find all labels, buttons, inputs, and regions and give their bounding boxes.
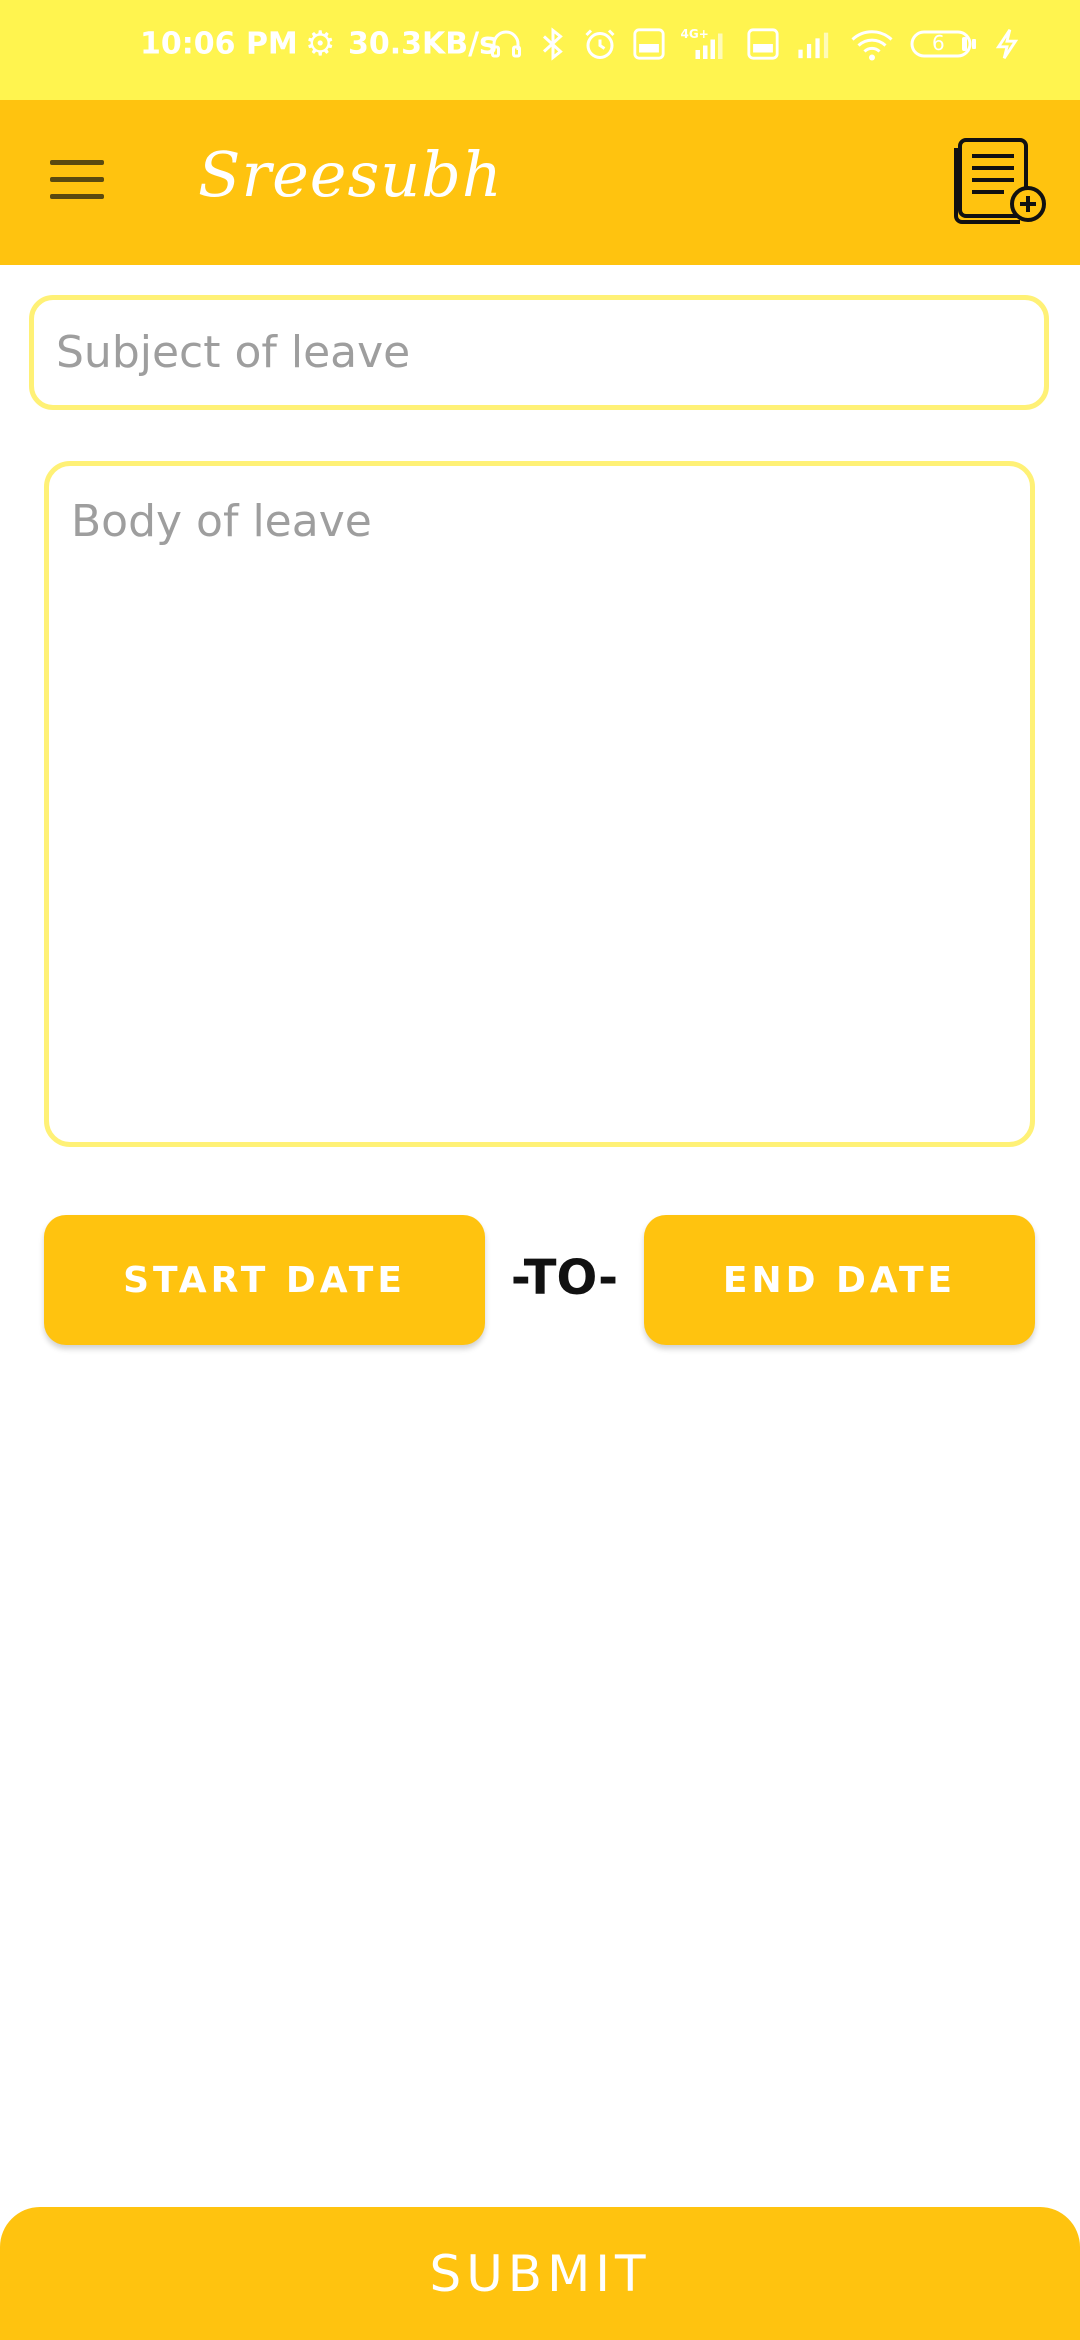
charging-icon [992,27,1022,61]
date-separator: -TO- [510,1250,619,1306]
app-title: Sreesubh [198,138,503,211]
gear-icon: ⚙ [305,24,336,64]
battery-icon: 6 [910,29,978,59]
bluetooth-icon [538,26,568,62]
leave-application-screen: 10:06 PM ⚙ 30.3KB/s 4G+ 6 Sreesubh Subje… [0,0,1080,2340]
alarm-icon [582,26,618,62]
wifi-icon [848,26,896,62]
submit-button[interactable]: SUBMIT [0,2207,1080,2340]
signal-4g-icon: 4G+ [680,26,732,62]
start-date-button[interactable]: START DATE [44,1215,485,1345]
status-time: 10:06 PM [140,26,298,62]
signal-icon [794,27,834,61]
hamburger-menu-icon[interactable] [50,160,104,200]
body-textarea[interactable] [44,461,1035,1147]
volte-icon [746,27,780,61]
status-bar: 10:06 PM ⚙ 30.3KB/s 4G+ 6 [0,0,1080,100]
network-speed: 30.3KB/s [348,26,497,62]
document-add-icon[interactable] [954,136,1048,226]
app-bar: Sreesubh [0,100,1080,265]
volte-icon [632,27,666,61]
battery-level: 6 [932,31,945,55]
end-date-button[interactable]: END DATE [644,1215,1035,1345]
status-icons: 4G+ 6 [488,22,1022,66]
headphones-icon [488,26,524,62]
subject-input[interactable] [29,295,1049,410]
svg-text:4G+: 4G+ [681,27,709,41]
